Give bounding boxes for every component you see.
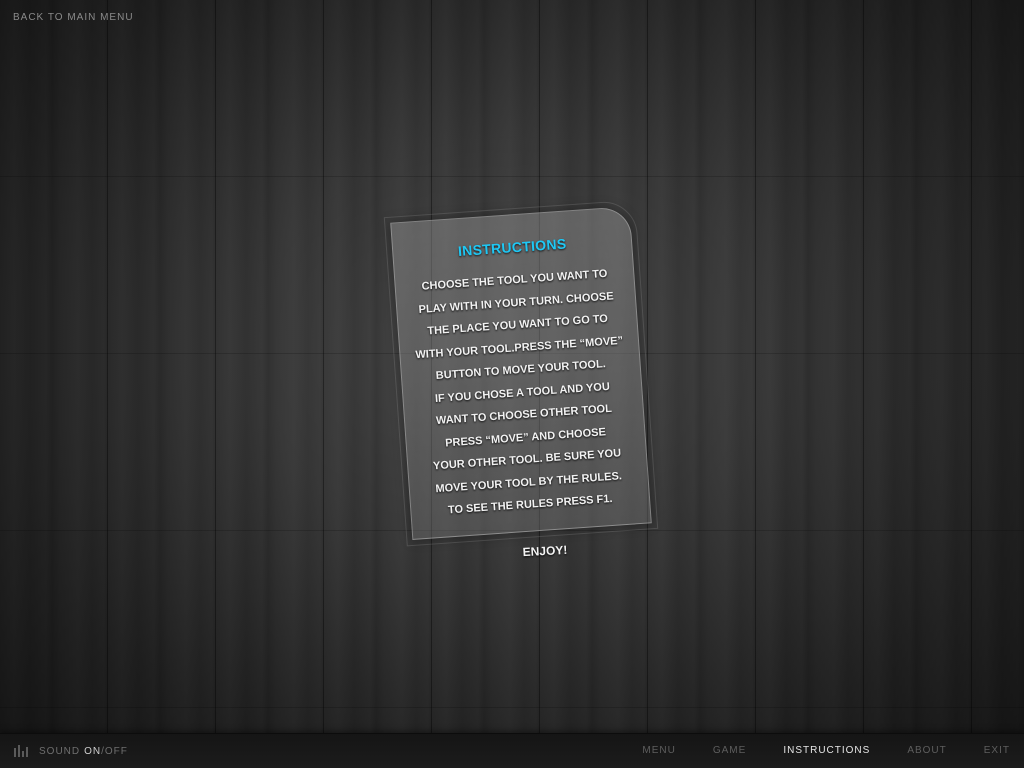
sound-label: SOUND [39,745,81,757]
sound-bars-icon [14,745,30,757]
back-to-main-menu-link[interactable]: BACK TO MAIN MENU [13,12,134,23]
instructions-card: INSTRUCTIONS CHOOSE THE TOOL YOU WANT TO… [383,199,659,547]
main-nav: MENU GAME INSTRUCTIONS ABOUT EXIT [642,745,1010,756]
nav-game[interactable]: GAME [713,745,746,756]
card-body: CHOOSE THE TOOL YOU WANT TO PLAY WITH IN… [405,262,640,524]
nav-menu[interactable]: MENU [642,745,675,756]
sound-toggle: SOUND ON / OFF [14,745,128,757]
enjoy-text: ENJOY! [522,542,568,560]
nav-exit[interactable]: EXIT [984,745,1010,756]
bottom-bar: SOUND ON / OFF MENU GAME INSTRUCTIONS AB… [0,733,1024,768]
game-screen: BACK TO MAIN MENU INSTRUCTIONS CHOOSE TH… [0,0,1024,768]
sound-off-button[interactable]: OFF [105,746,128,757]
card-title: INSTRUCTIONS [457,235,567,260]
nav-about[interactable]: ABOUT [907,745,946,756]
sound-on-button[interactable]: ON [84,746,101,757]
card-panel: INSTRUCTIONS CHOOSE THE TOOL YOU WANT TO… [390,206,652,540]
nav-instructions[interactable]: INSTRUCTIONS [783,745,870,756]
